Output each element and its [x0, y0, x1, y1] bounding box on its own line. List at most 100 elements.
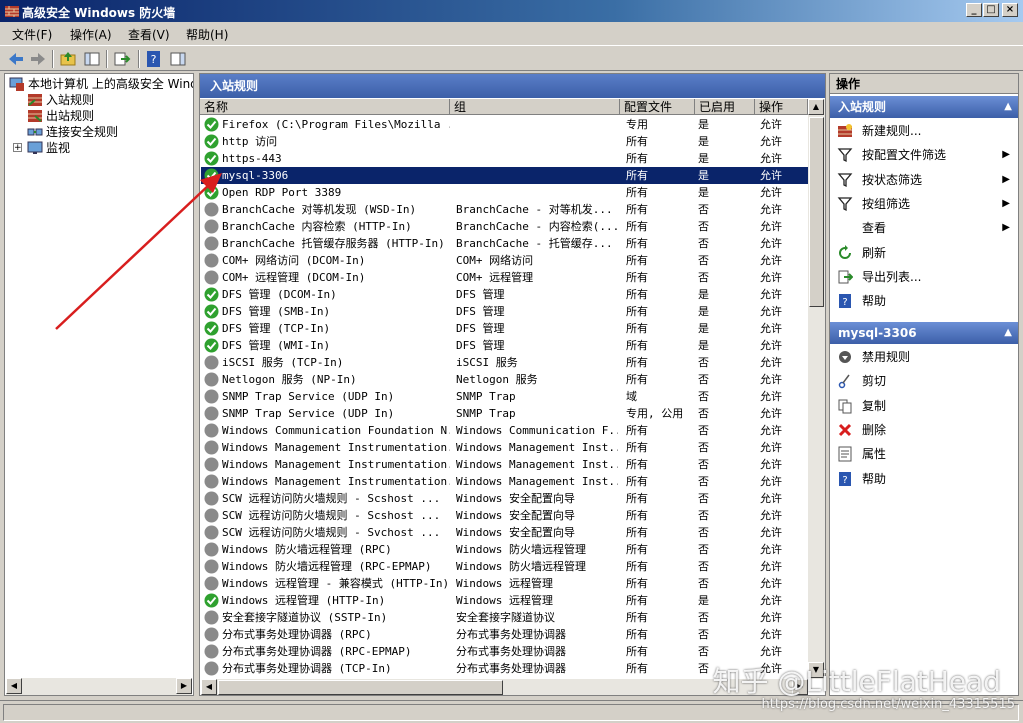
rule-name: COM+ 远程管理 (DCOM-In) [222, 271, 366, 284]
show-hide-tree-icon[interactable] [82, 49, 102, 69]
rule-action: 允许 [760, 543, 782, 556]
inbound-action-item[interactable]: 按配置文件筛选 ▶ [830, 144, 1018, 166]
table-row[interactable]: Windows Management Instrumentation... Win… [201, 439, 808, 456]
table-row[interactable]: DFS 管理 (TCP-In) DFS 管理 所有 是 允许 [201, 320, 808, 337]
monitoring-icon [27, 141, 43, 154]
table-row[interactable]: DFS 管理 (SMB-In) DFS 管理 所有 是 允许 [201, 303, 808, 320]
column-header-group[interactable]: 组 [450, 99, 620, 115]
rule-name: DFS 管理 (SMB-In) [222, 305, 331, 318]
rule-name: Open RDP Port 3389 [222, 186, 342, 199]
table-row[interactable]: COM+ 远程管理 (DCOM-In) COM+ 远程管理 所有 否 允许 [201, 269, 808, 286]
table-row[interactable]: Windows 远程管理 (HTTP-In) Windows 远程管理 所有 是 允许 [201, 592, 808, 609]
table-row[interactable]: Windows 防火墙远程管理 (RPC) Windows 防火墙远程管理 所有 否 允… [201, 541, 808, 558]
rule-action-item[interactable]: 复制 [830, 395, 1018, 417]
menu-file[interactable]: 文件(F) [12, 26, 52, 43]
table-row[interactable]: Netlogon 服务 (NP-In) Netlogon 服务 所有 否 允许 [201, 371, 808, 388]
scroll-left-button[interactable]: ◀ [6, 678, 22, 694]
menu-help[interactable]: 帮助(H) [186, 26, 228, 43]
inbound-action-item[interactable]: ? 帮助 [830, 290, 1018, 312]
list-vertical-scrollbar[interactable]: ▲ ▼ [808, 99, 825, 679]
column-header-enabled[interactable]: 已启用 [695, 99, 755, 115]
rule-name: SCW 远程访问防火墙规则 - Scshost ... [222, 509, 441, 522]
rule-name: Windows Management Instrumentation... [222, 475, 450, 488]
rule-action-item[interactable]: 删除 [830, 419, 1018, 441]
inbound-action-item[interactable]: 刷新 [830, 242, 1018, 264]
section-label: 入站规则 [838, 100, 887, 114]
inbound-action-item[interactable]: 按状态筛选 ▶ [830, 169, 1018, 191]
rule-action-item[interactable]: 禁用规则 [830, 346, 1018, 368]
rule-action: 允许 [760, 526, 782, 539]
new-rule-icon [838, 124, 852, 137]
tree-horizontal-scrollbar[interactable]: ◀ ▶ [6, 678, 192, 695]
table-row[interactable]: Firefox (C:\Program Files\Mozilla ... 专用 是… [201, 116, 808, 133]
collapse-icon[interactable]: ▲ [1004, 322, 1012, 344]
rule-group: 分布式事务处理协调器 [456, 662, 566, 675]
table-row[interactable]: SNMP Trap Service (UDP In) SNMP Trap 专用, 公… [201, 405, 808, 422]
table-row[interactable]: Windows 防火墙远程管理 (RPC-EPMAP) Windows 防火墙远程… [201, 558, 808, 575]
scroll-thumb[interactable] [809, 117, 824, 307]
back-icon[interactable] [6, 49, 26, 69]
collapse-icon[interactable]: ▲ [1004, 96, 1012, 118]
expand-toggle[interactable]: + [13, 143, 22, 153]
rule-profile: 所有 [626, 220, 648, 233]
table-row[interactable]: SNMP Trap Service (UDP In) SNMP Trap 域 否 允许 [201, 388, 808, 405]
rule-action-item[interactable]: ? 帮助 [830, 468, 1018, 490]
minimize-button[interactable]: _ [966, 3, 982, 17]
show-hide-action-pane-icon[interactable] [168, 49, 188, 69]
rule-profile: 所有 [626, 458, 648, 471]
column-header-action[interactable]: 操作 [755, 99, 808, 115]
inbound-action-item[interactable]: 导出列表... [830, 266, 1018, 288]
menu-view[interactable]: 查看(V) [128, 26, 170, 43]
table-row[interactable]: Windows Management Instrumentation... Win… [201, 473, 808, 490]
export-icon[interactable] [112, 49, 132, 69]
table-row[interactable]: http 访问 所有 是 允许 [201, 133, 808, 150]
table-row[interactable]: 分布式事务处理协调器 (RPC-EPMAP) 分布式事务处理协调器 所有 否 允许 [201, 643, 808, 660]
rule-profile: 所有 [626, 135, 648, 148]
rule-action-item[interactable]: 属性 [830, 443, 1018, 465]
rule-enabled-icon [204, 151, 219, 166]
rule-action-item[interactable]: 剪切 [830, 370, 1018, 392]
inbound-action-item[interactable]: 按组筛选 ▶ [830, 193, 1018, 215]
menu-action[interactable]: 操作(A) [70, 26, 112, 43]
column-header-name[interactable]: 名称 [200, 99, 450, 115]
rule-action: 允许 [760, 509, 782, 522]
rule-disabled-icon [204, 491, 219, 506]
table-row[interactable]: DFS 管理 (DCOM-In) DFS 管理 所有 是 允许 [201, 286, 808, 303]
table-row[interactable]: https-443 所有 是 允许 [201, 150, 808, 167]
up-folder-icon[interactable] [58, 49, 78, 69]
table-row[interactable]: DFS 管理 (WMI-In) DFS 管理 所有 是 允许 [201, 337, 808, 354]
table-row[interactable]: iSCSI 服务 (TCP-In) iSCSI 服务 所有 否 允许 [201, 354, 808, 371]
table-row[interactable]: BranchCache 托管缓存服务器 (HTTP-In) BranchCache… [201, 235, 808, 252]
maximize-button[interactable]: □ [983, 3, 999, 17]
forward-icon[interactable] [28, 49, 48, 69]
rule-disabled-icon [204, 576, 219, 591]
actions-section-inbound[interactable]: 入站规则 ▲ [830, 96, 1018, 118]
inbound-action-item[interactable]: 查看 ▶ [830, 217, 1018, 239]
table-row[interactable]: BranchCache 对等机发现 (WSD-In) BranchCache - … [201, 201, 808, 218]
table-row[interactable]: Open RDP Port 3389 所有 是 允许 [201, 184, 808, 201]
table-row[interactable]: SCW 远程访问防火墙规则 - Svchost ... Windows 安全配置向… [201, 524, 808, 541]
close-button[interactable]: × [1002, 3, 1018, 17]
rule-name: Netlogon 服务 (NP-In) [222, 373, 357, 386]
table-row[interactable]: Windows 远程管理 - 兼容模式 (HTTP-In) Windows 远程管… [201, 575, 808, 592]
table-row[interactable]: BranchCache 内容检索 (HTTP-In) BranchCache - … [201, 218, 808, 235]
table-row[interactable]: Windows Communication Foundation N... Win… [201, 422, 808, 439]
actions-section-selected-rule[interactable]: mysql-3306 ▲ [830, 322, 1018, 344]
table-row[interactable]: 分布式事务处理协调器 (RPC) 分布式事务处理协调器 所有 否 允许 [201, 626, 808, 643]
table-row[interactable]: Windows Management Instrumentation... Win… [201, 456, 808, 473]
column-header-profile[interactable]: 配置文件 [620, 99, 695, 115]
rule-name: http 访问 [222, 135, 278, 148]
scroll-up-button[interactable]: ▲ [808, 99, 824, 115]
rule-action: 允许 [760, 152, 782, 165]
scroll-left-button[interactable]: ◀ [201, 679, 217, 695]
table-row[interactable]: COM+ 网络访问 (DCOM-In) COM+ 网络访问 所有 否 允许 [201, 252, 808, 269]
table-row[interactable]: mysql-3306 所有 是 允许 [201, 167, 808, 184]
scroll-thumb[interactable] [218, 680, 503, 695]
table-row[interactable]: SCW 远程访问防火墙规则 - Scshost ... Windows 安全配置向… [201, 490, 808, 507]
table-row[interactable]: SCW 远程访问防火墙规则 - Scshost ... Windows 安全配置向… [201, 507, 808, 524]
scroll-right-button[interactable]: ▶ [176, 678, 192, 694]
inbound-action-item[interactable]: 新建规则... [830, 120, 1018, 142]
help-icon[interactable]: ? [144, 49, 164, 69]
table-row[interactable]: 安全套接字隧道协议 (SSTP-In) 安全套接字隧道协议 所有 否 允许 [201, 609, 808, 626]
title-bar[interactable]: 高级安全 Windows 防火墙 _ □ × [0, 0, 1023, 22]
